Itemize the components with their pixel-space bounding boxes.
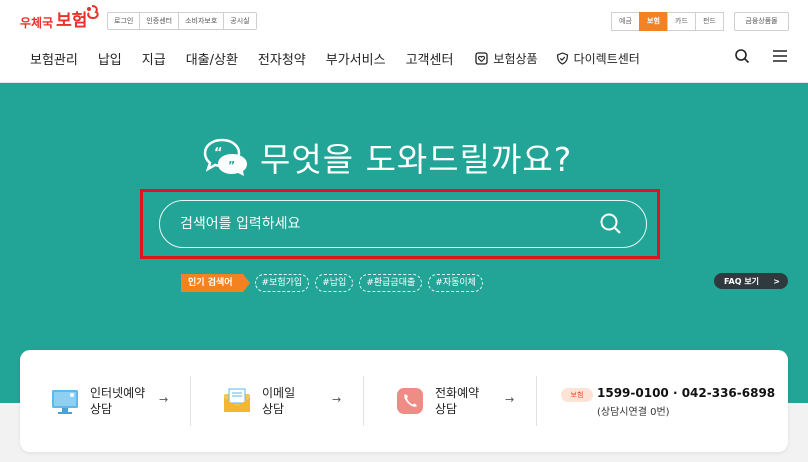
financial-products-button[interactable]: 금융상품몰 [734, 12, 789, 31]
arrow-right-icon: → [505, 393, 515, 406]
service-label-line1: 인터넷예약 [90, 386, 146, 400]
main-navigation: 보험관리 납입 지급 대출/상환 전자청약 부가서비스 고객센터 보험상품 다이… [30, 49, 658, 68]
popular-keywords-label: 인기 검색어 [181, 274, 250, 292]
svg-text:”: ” [228, 159, 235, 172]
faq-button[interactable]: FAQ 보기 > [714, 273, 788, 289]
call-center-number[interactable]: 1599-0100 · 042-336-6898 [597, 386, 775, 400]
nav-insurance-products[interactable]: 보험상품 [475, 49, 538, 68]
search-icon[interactable] [734, 48, 750, 64]
nav-e-subscription[interactable]: 전자청약 [258, 49, 306, 68]
tab-card[interactable]: 카드 [667, 12, 696, 31]
nav-additional-services[interactable]: 부가서비스 [326, 49, 386, 68]
service-label-line2: 상담 [435, 402, 458, 416]
email-consult-link[interactable]: 이메일 상담 [222, 376, 295, 426]
arrow-right-icon: → [332, 393, 342, 406]
chevron-right-icon: > [773, 276, 780, 286]
header-actions [734, 48, 788, 64]
keyword-tag[interactable]: #환급금대출 [359, 274, 423, 292]
nav-direct-center[interactable]: 다이렉트센터 [556, 49, 640, 68]
keyword-tag[interactable]: #보험가입 [254, 274, 310, 292]
service-label-line1: 이메일 [262, 386, 296, 400]
util-login[interactable]: 로그인 [107, 12, 141, 30]
popular-keywords: 인기 검색어 #보험가입 #납입 #환급금대출 #자동이체 [181, 274, 489, 292]
business-tabs: 예금 보험 카드 펀드 [611, 12, 724, 31]
heart-box-icon [475, 52, 489, 65]
site-header: 우체국 보험 로그인 인증센터 소비자보호 공시실 예금 보험 카드 펀드 금융… [0, 0, 808, 83]
utility-links: 로그인 인증센터 소비자보호 공시실 [107, 12, 257, 30]
nav-direct-center-label: 다이렉트센터 [573, 52, 640, 66]
tab-insurance[interactable]: 보험 [639, 12, 668, 31]
phone-reservation-link[interactable]: 전화예약 상담 [395, 376, 479, 426]
tab-deposit[interactable]: 예금 [611, 12, 640, 31]
hero-title: 무엇을 도와드릴까요? [260, 140, 573, 179]
insurance-badge: 보험 [561, 388, 593, 402]
service-label-line2: 상담 [90, 402, 113, 416]
tab-fund[interactable]: 펀드 [695, 12, 724, 31]
keyword-tag[interactable]: #자동이체 [428, 274, 483, 292]
logo-big-text: 보험 [56, 11, 88, 31]
internet-reservation-text: 인터넷예약 상담 [90, 385, 145, 417]
hero-heading: “ ” 무엇을 도와드릴까요? [202, 133, 572, 181]
logo[interactable]: 우체국 보험 [20, 5, 99, 31]
consultation-card: 인터넷예약 상담 → 이메일 상담 → 전화예약 상담 → 보험 1599-01… [20, 350, 788, 452]
nav-insurance-management[interactable]: 보험관리 [30, 49, 78, 68]
mail-icon [224, 388, 250, 412]
search-input[interactable] [160, 216, 598, 232]
email-consult-text: 이메일 상담 [262, 385, 295, 417]
speech-bubbles-icon: “ ” [203, 138, 247, 176]
search-submit-icon[interactable] [598, 211, 624, 237]
util-disclosure[interactable]: 공시실 [223, 12, 257, 30]
logo-mark-icon [87, 5, 99, 20]
nav-loan-repayment[interactable]: 대출/상환 [186, 49, 238, 68]
phone-icon [397, 388, 423, 414]
util-cert-center[interactable]: 인증센터 [139, 12, 180, 30]
service-label-line1: 전화예약 [435, 386, 480, 400]
divider [363, 376, 364, 426]
util-consumer-protection[interactable]: 소비자보호 [178, 12, 225, 30]
call-center-note: (상담시연결 0번) [597, 407, 670, 418]
logo-small-text: 우체국 [20, 16, 54, 30]
faq-button-label: FAQ 보기 [724, 276, 760, 286]
nav-claim[interactable]: 지급 [142, 49, 166, 68]
service-label-line2: 상담 [262, 402, 285, 416]
monitor-icon [52, 390, 78, 414]
hamburger-menu-icon[interactable] [772, 48, 788, 64]
divider [190, 376, 191, 426]
keyword-tag[interactable]: #납입 [315, 274, 354, 292]
internet-reservation-link[interactable]: 인터넷예약 상담 [50, 376, 145, 426]
nav-insurance-products-label: 보험상품 [493, 52, 538, 66]
nav-payment[interactable]: 납입 [98, 49, 122, 68]
divider [536, 376, 537, 426]
arrow-right-icon: → [159, 393, 169, 406]
phone-reservation-text: 전화예약 상담 [435, 385, 479, 417]
nav-customer-center[interactable]: 고객센터 [406, 49, 454, 68]
shield-check-icon [556, 52, 568, 65]
search-bar [159, 200, 647, 248]
